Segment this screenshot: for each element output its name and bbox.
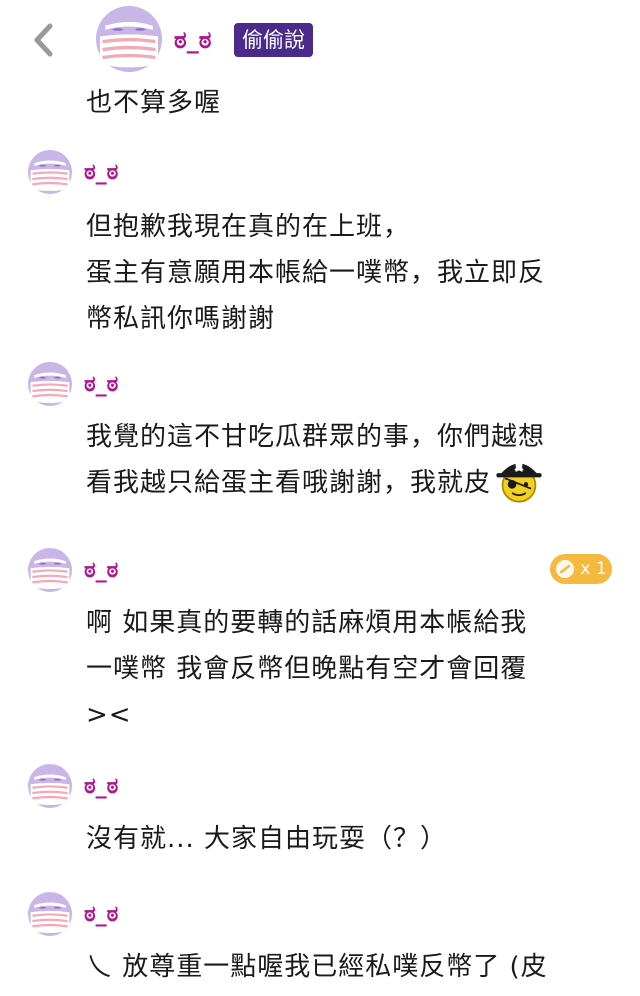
comment-line: 啊 如果真的要轉的話麻煩用本帳給我 xyxy=(86,608,528,638)
avatar[interactable] xyxy=(28,892,72,936)
comment-line: 一噗幣 我會反幣但晚點有空才會回覆 xyxy=(86,654,528,684)
avatar[interactable] xyxy=(28,150,72,194)
post-header: ಠ_ಠ 偷偷說 xyxy=(0,0,640,80)
comment-line: 乀 放尊重一點喔我已經私噗反幣了 (皮 xyxy=(86,952,548,982)
comment-text: 但抱歉我現在真的在上班， 蛋主有意願用本帳給一噗幣，我立即反 幣私訊你嗎謝謝 xyxy=(86,204,616,342)
username[interactable]: ಠ_ಠ xyxy=(174,24,211,56)
username[interactable]: ಠ_ಠ xyxy=(84,556,118,586)
avatar[interactable] xyxy=(28,764,72,808)
coin-reaction-badge[interactable]: x 1 xyxy=(550,554,612,584)
coin-icon xyxy=(556,560,575,578)
comment-line: >< xyxy=(86,700,132,730)
username[interactable]: ಠ_ಠ xyxy=(84,900,118,930)
comment-line: 蛋主有意願用本帳給一噗幣，我立即反 xyxy=(86,258,546,288)
chevron-left-icon xyxy=(34,23,53,57)
reaction-count: x 1 xyxy=(580,559,607,579)
username[interactable]: ಠ_ಠ xyxy=(84,370,118,400)
comment-text: 沒有就... 大家自由玩耍（？） xyxy=(86,816,616,862)
comment-line: 看我越只給蛋主看哦謝謝，我就皮 xyxy=(86,460,616,506)
comment-line: 幣私訊你嗎謝謝 xyxy=(86,304,276,334)
pirate-emoji xyxy=(496,461,542,503)
comment-text: 我覺的這不甘吃瓜群眾的事，你們越想 看我越只給蛋主看哦謝謝，我就皮 xyxy=(86,414,616,506)
avatar[interactable] xyxy=(28,548,72,592)
avatar[interactable] xyxy=(96,6,162,72)
comment-line: 沒有就... 大家自由玩耍（？） xyxy=(86,824,448,854)
avatar[interactable] xyxy=(28,362,72,406)
comment-text: 乀 放尊重一點喔我已經私噗反幣了 (皮 xyxy=(86,944,616,990)
back-button[interactable] xyxy=(28,22,58,58)
whisper-badge: 偷偷說 xyxy=(234,23,313,57)
comment-text: 啊 如果真的要轉的話麻煩用本帳給我 一噗幣 我會反幣但晚點有空才會回覆 >< xyxy=(86,600,616,738)
comment-line-text: 看我越只給蛋主看哦謝謝，我就皮 xyxy=(86,468,492,498)
username[interactable]: ಠ_ಠ xyxy=(84,158,118,188)
post-content: 也不算多喔 xyxy=(86,88,222,118)
comment-line: 但抱歉我現在真的在上班， xyxy=(86,212,411,242)
username[interactable]: ಠ_ಠ xyxy=(84,772,118,802)
